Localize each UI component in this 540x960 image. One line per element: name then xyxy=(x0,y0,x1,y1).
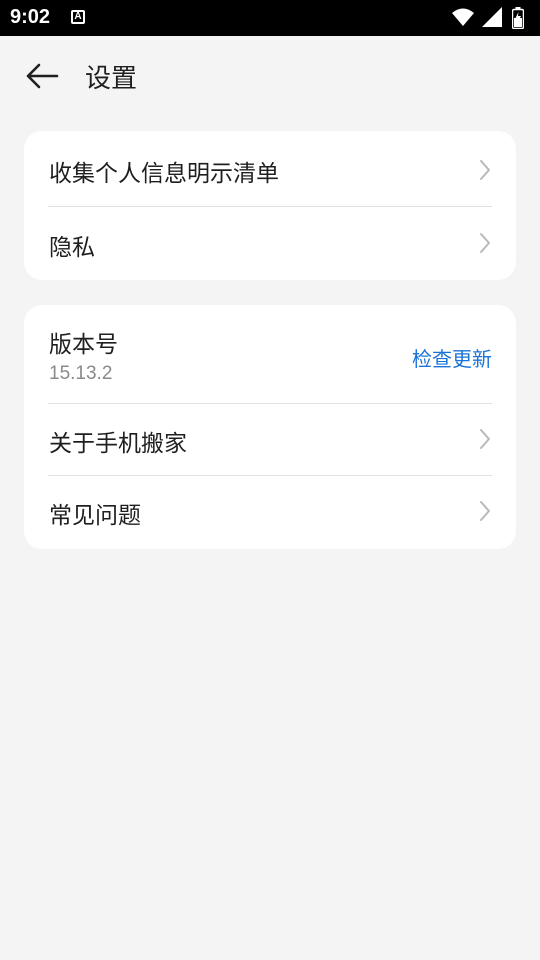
chevron-right-icon xyxy=(480,160,490,180)
check-update-button[interactable]: 检查更新 xyxy=(412,343,492,372)
chevron-right-icon xyxy=(480,429,490,449)
menu-item-personal-info-list[interactable]: 收集个人信息明示清单 xyxy=(24,131,516,206)
menu-item-privacy[interactable]: 隐私 xyxy=(24,207,516,280)
settings-card-about: 版本号 15.13.2 检查更新 关于手机搬家 常见问题 xyxy=(24,305,516,549)
version-label: 版本号 xyxy=(49,332,118,358)
cellular-signal-icon xyxy=(482,7,502,27)
wifi-icon xyxy=(452,8,474,26)
chevron-right-icon xyxy=(480,501,490,521)
menu-item-label: 收集个人信息明示清单 xyxy=(49,161,279,187)
menu-item-faq[interactable]: 常见问题 xyxy=(24,476,516,549)
status-icons xyxy=(452,7,532,29)
version-row: 版本号 15.13.2 检查更新 xyxy=(24,305,516,403)
arrow-left-icon xyxy=(26,63,59,89)
status-time: 9:02 xyxy=(10,6,51,28)
back-button[interactable] xyxy=(22,56,62,96)
menu-item-label: 关于手机搬家 xyxy=(49,431,187,457)
app-bar: 设置 xyxy=(0,36,540,116)
battery-icon xyxy=(512,7,524,29)
status-bar: 9:02 A xyxy=(0,0,540,36)
version-value: 15.13.2 xyxy=(49,363,113,384)
chevron-right-icon xyxy=(480,233,490,253)
menu-item-label: 常见问题 xyxy=(49,503,141,529)
page-title: 设置 xyxy=(85,64,138,94)
settings-card-privacy: 收集个人信息明示清单 隐私 xyxy=(24,131,516,280)
menu-item-label: 隐私 xyxy=(49,235,95,261)
menu-item-about-phone-clone[interactable]: 关于手机搬家 xyxy=(24,404,516,475)
notification-a-icon: A xyxy=(71,10,85,24)
